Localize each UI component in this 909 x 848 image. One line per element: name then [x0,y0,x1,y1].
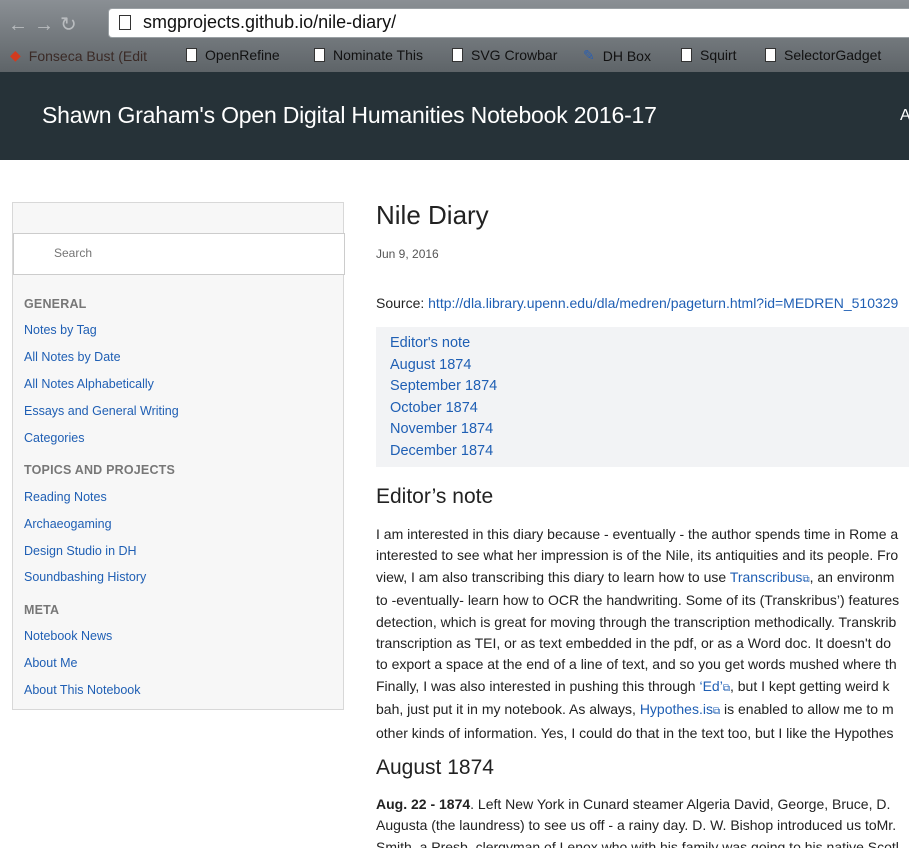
text-line: transcription as TEI, or as text embedde… [376,635,891,652]
nav-buttons[interactable]: ←→↻ [8,12,83,37]
toc-link[interactable]: October 1874 [390,400,478,416]
post-content: Nile Diary Jun 9, 2016 Source: http://dl… [376,190,909,848]
nav-link[interactable]: Design Studio in DH [24,544,137,558]
nav-link[interactable]: About Me [24,656,78,670]
sidebar: GENERAL Notes by Tag All Notes by Date A… [12,202,345,710]
text-line: I am interested in this diary because - … [376,526,899,542]
bookmark-item[interactable]: SVG Crowbar [452,47,557,63]
toc-link[interactable]: December 1874 [390,443,493,459]
document-icon [765,48,776,62]
bookmark-item[interactable]: SelectorGadget [765,47,881,63]
nav-link[interactable]: About This Notebook [24,683,141,697]
nav-link[interactable]: Archaeogaming [24,517,112,531]
text-line: view, I am also transcribing this diary … [376,568,895,585]
source-label: Source: [376,295,429,311]
table-of-contents: Editor's note August 1874 September 1874… [376,327,909,467]
bookmark-icon: ◆ [10,47,21,63]
text-line: bah, just put it in my notebook. As alwa… [376,701,894,718]
bookmark-item[interactable]: Squirt [681,47,737,63]
transcribus-link[interactable]: Transcribus [730,569,803,585]
search-input[interactable] [52,245,336,261]
nav-link[interactable]: All Notes Alphabetically [24,377,154,391]
text-line: other kinds of information. Yes, I could… [376,724,894,741]
text-line: interested to see what her impression is… [376,547,899,564]
text-line: Finally, I was also interested in pushin… [376,677,890,694]
post-title: Nile Diary [376,200,489,230]
section-heading: August 1874 [376,756,494,779]
document-icon [681,48,692,62]
nav-link[interactable]: Soundbashing History [24,570,146,584]
source-link[interactable]: http://dla.library.upenn.edu/dla/medren/… [428,295,898,311]
toc-link[interactable]: August 1874 [390,357,471,373]
nav-link[interactable]: Notebook News [24,629,112,643]
nav-link[interactable]: Categories [24,431,84,445]
site-header: Shawn Graham's Open Digital Humanities N… [0,72,909,160]
bookmark-item[interactable]: OpenRefine [186,47,280,63]
text-line: to export a space at the end of a line o… [376,656,897,673]
site-title[interactable]: Shawn Graham's Open Digital Humanities N… [42,102,657,129]
text-line: Augusta (the laundress) to see us off - … [376,817,897,834]
bookmark-item[interactable]: ◆ Fonseca Bust (Edit [10,47,147,64]
section-heading: Editor’s note [376,485,494,508]
text-line: detection, which is great for moving thr… [376,613,897,630]
nav-heading-topics: TOPICS AND PROJECTS [24,463,176,477]
document-icon [314,48,325,62]
page-icon [119,15,131,30]
post-date: Jun 9, 2016 [376,247,439,261]
text-line: Smith, a Presb. clergyman of Lenox who w… [376,838,899,848]
document-icon [452,48,463,62]
header-nav-link[interactable]: A [900,107,909,125]
search-box [13,233,345,275]
source-line: Source: http://dla.library.upenn.edu/dla… [376,295,898,311]
nav-link[interactable]: Essays and General Writing [24,404,179,418]
nav-link[interactable]: All Notes by Date [24,350,121,364]
nav-heading-meta: META [24,603,60,617]
ed-link[interactable]: ‘Ed’ [699,678,722,694]
pen-icon: ✎ [583,47,595,63]
bookmark-item[interactable]: ✎ DH Box [583,47,651,64]
paragraph: I am interested in this diary because - … [376,524,899,744]
bookmark-item[interactable]: Nominate This [314,47,423,63]
nav-link[interactable]: Notes by Tag [24,323,97,337]
url-text[interactable]: smgprojects.github.io/nile-diary/ [143,12,396,33]
address-bar[interactable]: smgprojects.github.io/nile-diary/ [108,8,909,38]
bookmarks-bar: ◆ Fonseca Bust (Edit OpenRefine Nominate … [0,42,909,70]
document-icon [186,48,197,62]
nav-heading-general: GENERAL [24,297,87,311]
text-line: Aug. 22 - 1874. Left New York in Cunard … [376,796,891,812]
hypothesis-link[interactable]: Hypothes.is [640,701,713,717]
paragraph: Aug. 22 - 1874. Left New York in Cunard … [376,794,899,848]
external-link-icon: ⧉ [802,573,810,585]
toc-link[interactable]: September 1874 [390,378,497,394]
toc-link[interactable]: Editor's note [390,335,470,351]
text-line: to -eventually- learn how to OCR the han… [376,592,900,609]
nav-link[interactable]: Reading Notes [24,490,107,504]
browser-chrome: ←→↻ smgprojects.github.io/nile-diary/ ◆ F… [0,0,909,72]
toc-link[interactable]: November 1874 [390,421,493,437]
external-link-icon: ⧉ [722,682,730,694]
